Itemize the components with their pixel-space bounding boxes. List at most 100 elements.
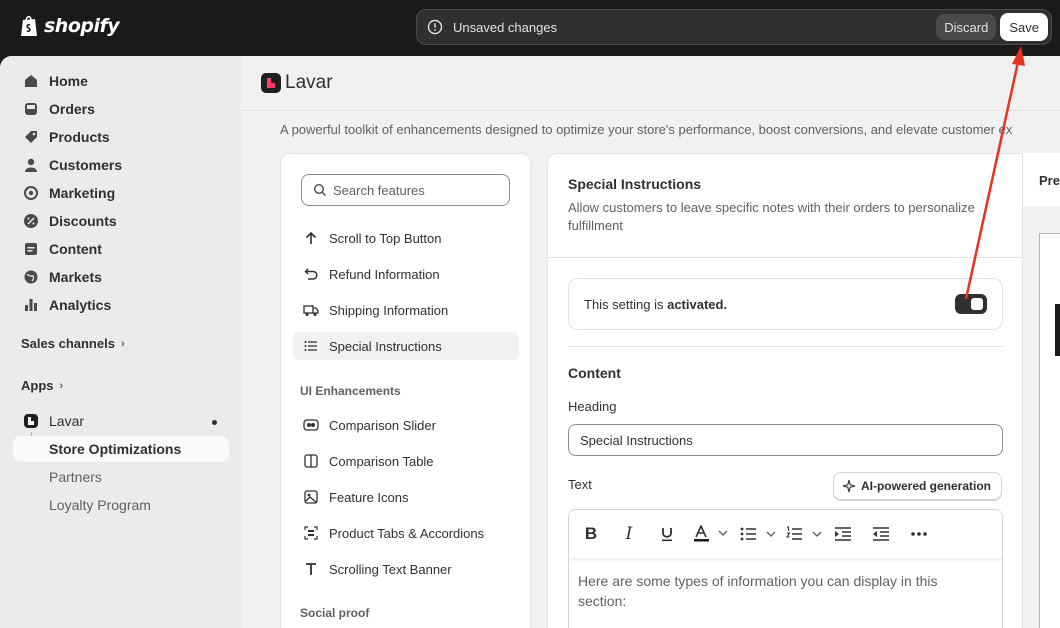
sidebar-sub-label: Store Optimizations: [49, 441, 182, 457]
sidebar-item-discounts[interactable]: Discounts: [12, 208, 229, 234]
feature-comparison-slider[interactable]: Comparison Slider: [293, 411, 519, 439]
sales-channels-link[interactable]: Sales channels ›: [21, 336, 125, 351]
sidebar-item-content[interactable]: Content: [12, 236, 229, 262]
sidebar-sub-store-optimizations[interactable]: Store Optimizations: [13, 436, 229, 462]
settings-card: Special Instructions Allow customers to …: [547, 153, 1024, 628]
feature-product-tabs-accordions[interactable]: Product Tabs & Accordions: [293, 519, 519, 547]
sidebar-sub-loyalty-program[interactable]: Loyalty Program: [13, 492, 229, 518]
sidebar-item-products[interactable]: Products: [12, 124, 229, 150]
feature-label: Product Tabs & Accordions: [329, 525, 485, 541]
feature-scroll-to-top[interactable]: Scroll to Top Button: [293, 224, 519, 252]
sidebar-item-orders[interactable]: Orders: [12, 96, 229, 122]
chevron-right-icon: ›: [59, 379, 64, 392]
more-options-button[interactable]: [907, 522, 931, 546]
sidebar-item-label: Discounts: [49, 213, 117, 229]
chevron-right-icon: ›: [120, 337, 125, 350]
discount-icon: [22, 212, 40, 230]
sales-channels-label: Sales channels: [21, 336, 115, 351]
indent-button[interactable]: [831, 522, 855, 546]
alert-circle-icon: [427, 19, 443, 35]
status-prefix: This setting is: [584, 296, 668, 312]
brand-name: shopify: [44, 15, 120, 37]
search-field[interactable]: [301, 174, 510, 206]
numbered-list-button[interactable]: [785, 522, 825, 546]
activation-toggle[interactable]: [955, 294, 987, 314]
feature-label: Comparison Slider: [329, 417, 436, 433]
sidebar-item-analytics[interactable]: Analytics: [12, 292, 229, 318]
sidebar-item-label: Customers: [49, 157, 123, 173]
feature-shipping-information[interactable]: Shipping Information: [293, 296, 519, 324]
search-icon: [313, 183, 326, 196]
sidebar-item-label: Orders: [49, 101, 95, 117]
orders-icon: [22, 100, 40, 118]
preview-frame: [1039, 233, 1060, 628]
sidebar-item-label: Marketing: [49, 185, 116, 201]
sidebar-sub-label: Partners: [49, 469, 102, 485]
feature-label: Feature Icons: [329, 489, 409, 505]
arrow-up-icon: [302, 229, 320, 247]
underline-button[interactable]: [655, 522, 679, 546]
italic-button[interactable]: I: [617, 522, 641, 546]
sidebar-item-marketing[interactable]: Marketing: [12, 180, 229, 206]
unsaved-changes-text: Unsaved changes: [453, 19, 558, 35]
outdent-button[interactable]: [869, 522, 893, 546]
preview-tab[interactable]: Pre: [1039, 173, 1060, 188]
sparkle-icon: [842, 479, 856, 493]
bold-button[interactable]: B: [579, 522, 603, 546]
apps-link[interactable]: Apps ›: [21, 378, 63, 393]
category-social-proof: Social proof: [300, 606, 370, 620]
sidebar-item-label: Lavar: [49, 413, 85, 429]
sidebar-item-lavar[interactable]: Lavar: [12, 408, 229, 434]
tabs-icon: [302, 524, 320, 542]
feature-refund-information[interactable]: Refund Information: [293, 260, 519, 288]
app-title: Lavar: [285, 72, 333, 93]
text-icon: [302, 560, 320, 578]
app-description: A powerful toolkit of enhancements desig…: [280, 122, 1013, 137]
sidebar-item-home[interactable]: Home: [12, 68, 229, 94]
toggle-knob: [971, 298, 983, 310]
search-input[interactable]: [333, 182, 503, 198]
shopify-bag-icon: [21, 15, 37, 36]
sidebar-item-customers[interactable]: Customers: [12, 152, 229, 178]
feature-label: Scroll to Top Button: [329, 230, 442, 246]
slider-icon: [302, 416, 320, 434]
bar-chart-icon: [22, 296, 40, 314]
category-ui-enhancements: UI Enhancements: [300, 384, 401, 398]
text-color-button[interactable]: [691, 522, 731, 546]
feature-special-instructions[interactable]: Special Instructions: [293, 332, 519, 360]
main-content: Lavar A powerful toolkit of enhancements…: [241, 56, 1060, 628]
ai-generation-label: AI-powered generation: [860, 479, 991, 493]
text-field-label: Text: [568, 477, 592, 492]
numbered-list-icon: [786, 526, 822, 540]
save-button[interactable]: Save: [1000, 13, 1048, 41]
ellipsis-icon: [911, 532, 927, 536]
person-icon: [22, 156, 40, 174]
feature-comparison-table[interactable]: Comparison Table: [293, 447, 519, 475]
lavar-app-icon: [261, 73, 281, 93]
sidebar-item-label: Products: [49, 129, 110, 145]
sidebar-item-markets[interactable]: Markets: [12, 264, 229, 290]
content-heading: Content: [568, 365, 621, 381]
feature-feature-icons[interactable]: Feature Icons: [293, 483, 519, 511]
bullet-list-icon: [740, 527, 776, 541]
text-color-icon: [694, 525, 728, 542]
shopify-logo[interactable]: shopify: [20, 14, 120, 38]
sidebar-sub-partners[interactable]: Partners: [13, 464, 229, 490]
ai-generation-button[interactable]: AI-powered generation: [832, 472, 1002, 500]
sidebar: Home Orders Products Customers Marketing…: [0, 56, 241, 628]
status-value: activated.: [667, 296, 728, 312]
editor-content[interactable]: Here are some types of information you c…: [578, 571, 988, 611]
feature-scrolling-text-banner[interactable]: Scrolling Text Banner: [293, 555, 519, 583]
underline-icon: [662, 528, 672, 542]
feature-label: Shipping Information: [329, 302, 449, 318]
app-header: Lavar: [241, 56, 1060, 111]
list-icon: [302, 337, 320, 355]
heading-input[interactable]: [568, 424, 1003, 456]
tag-icon: [22, 128, 40, 146]
discard-button[interactable]: Discard: [936, 14, 997, 40]
sidebar-sub-label: Loyalty Program: [49, 497, 151, 513]
divider: [548, 257, 1024, 258]
bullet-list-button[interactable]: [739, 522, 779, 546]
divider: [568, 346, 1003, 347]
settings-title: Special Instructions: [568, 176, 702, 192]
